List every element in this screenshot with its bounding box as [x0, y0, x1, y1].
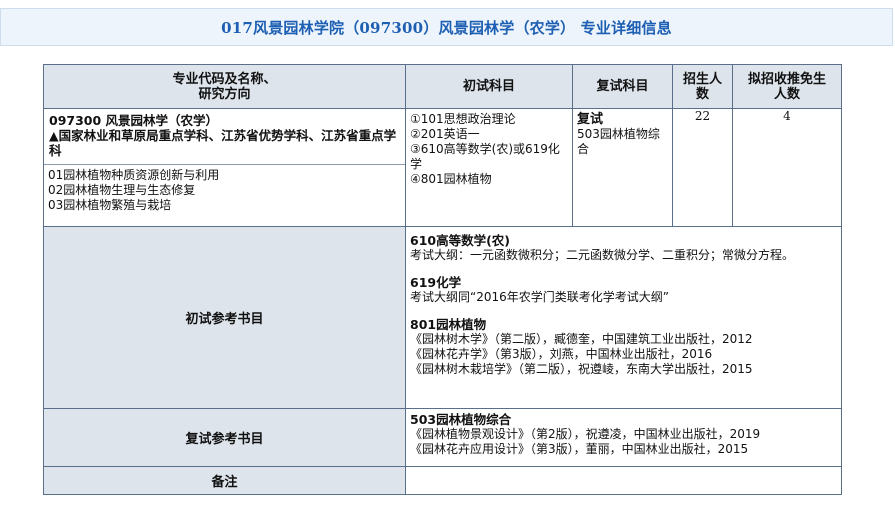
table-header-row: 专业代码及名称、 研究方向 初试科目 复试科目 招生人 数 拟招收推免生 人数 [43, 64, 842, 109]
direction-item: 02园林植物生理与生态修复 [48, 183, 196, 197]
initial-refs-content: 610高等数学(农) 考试大纲：一元函数微积分；二元函数微分学、二重积分；常微分… [405, 226, 842, 409]
header-exempt-line1: 拟招收推免生 [747, 71, 826, 87]
ref-group-title: 619化学 [410, 275, 462, 290]
retest-refs-row: 复试参考书目 503园林植物综合 《园林植物景观设计》（第2版），祝遵凌，中国林… [43, 408, 842, 467]
exam1-subject: ②201英语一 [410, 127, 480, 141]
remarks-row: 备注 [43, 466, 842, 495]
remarks-label: 备注 [43, 466, 406, 495]
exam2-title: 复试 [577, 112, 604, 127]
exam1-subject: ①101思想政治理论 [410, 112, 516, 126]
major-row: 097300 风景园林学（农学） ▲国家林业和草原局重点学科、江苏省优势学科、江… [43, 108, 842, 227]
ref-line: 考试大纲同“2016年农学门类联考化学考试大纲” [410, 290, 669, 304]
major-code-name: 097300 风景园林学（农学） [49, 113, 219, 128]
header-enroll-line2: 数 [695, 86, 709, 102]
ref-line: 《园林花卉学》（第3版），刘燕，中国林业出版社，2016 [410, 347, 713, 361]
ref-line: 《园林树木学》（第二版），臧德奎，中国建筑工业出版社，2012 [410, 332, 753, 346]
ref-group-title: 503园林植物综合 [410, 412, 512, 427]
initial-refs-label: 初试参考书目 [43, 226, 406, 409]
header-major-line1: 专业代码及名称、 [172, 71, 277, 87]
ref-group-title: 610高等数学(农) [410, 233, 511, 248]
ref-line: 《园林植物景观设计》（第2版），祝遵凌，中国林业出版社，2019 [410, 427, 761, 441]
exam1-subject: ④801园林植物 [410, 172, 492, 186]
initial-refs-row: 初试参考书目 610高等数学(农) 考试大纲：一元函数微积分；二元函数微分学、二… [43, 226, 842, 409]
ref-line: 《园林树木栽培学》（第二版），祝遵崚，东南大学出版社，2015 [410, 362, 753, 376]
header-exam2: 复试科目 [572, 64, 673, 109]
header-major-line2: 研究方向 [198, 86, 251, 102]
exam1-cell: ①101思想政治理论 ②201英语一 ③610高等数学(农)或619化学 ④80… [405, 108, 573, 227]
ref-line: 《园林花卉应用设计》（第3版），董丽，中国林业出版社，2015 [410, 442, 749, 456]
retest-refs-label: 复试参考书目 [43, 408, 406, 467]
header-exempt: 拟招收推免生 人数 [732, 64, 842, 109]
direction-item: 01园林植物种质资源创新与利用 [48, 168, 220, 182]
remarks-content [405, 466, 842, 495]
header-exempt-line2: 人数 [773, 86, 800, 102]
major-name-block: 097300 风景园林学（农学） ▲国家林业和草原局重点学科、江苏省优势学科、江… [44, 109, 405, 160]
major-detail-table: 专业代码及名称、 研究方向 初试科目 复试科目 招生人 数 拟招收推免生 人数 … [43, 64, 842, 495]
ref-group-title: 801园林植物 [410, 317, 487, 332]
retest-refs-content: 503园林植物综合 《园林植物景观设计》（第2版），祝遵凌，中国林业出版社，20… [405, 408, 842, 467]
ref-line: 考试大纲：一元函数微积分；二元函数微分学、二重积分；常微分方程。 [410, 248, 795, 262]
exam2-subject: 503园林植物综合 [577, 127, 660, 156]
enroll-count: 22 [672, 108, 733, 227]
direction-item: 03园林植物繁殖与栽培 [48, 198, 172, 212]
exam1-subject: ③610高等数学(农)或619化学 [410, 142, 560, 171]
research-directions: 01园林植物种质资源创新与利用 02园林植物生理与生态修复 03园林植物繁殖与栽… [44, 164, 405, 216]
header-enroll-line1: 招生人 [682, 71, 722, 87]
major-cell: 097300 风景园林学（农学） ▲国家林业和草原局重点学科、江苏省优势学科、江… [43, 108, 406, 227]
header-exam1: 初试科目 [405, 64, 573, 109]
exam2-cell: 复试 503园林植物综合 [572, 108, 673, 227]
page-title: 017风景园林学院（097300）风景园林学（农学） 专业详细信息 [221, 18, 672, 37]
header-major: 专业代码及名称、 研究方向 [43, 64, 406, 109]
page-title-bar: 017风景园林学院（097300）风景园林学（农学） 专业详细信息 [0, 8, 893, 46]
exempt-count: 4 [732, 108, 842, 227]
major-note: ▲国家林业和草原局重点学科、江苏省优势学科、江苏省重点学科 [49, 128, 397, 158]
header-enroll: 招生人 数 [672, 64, 733, 109]
